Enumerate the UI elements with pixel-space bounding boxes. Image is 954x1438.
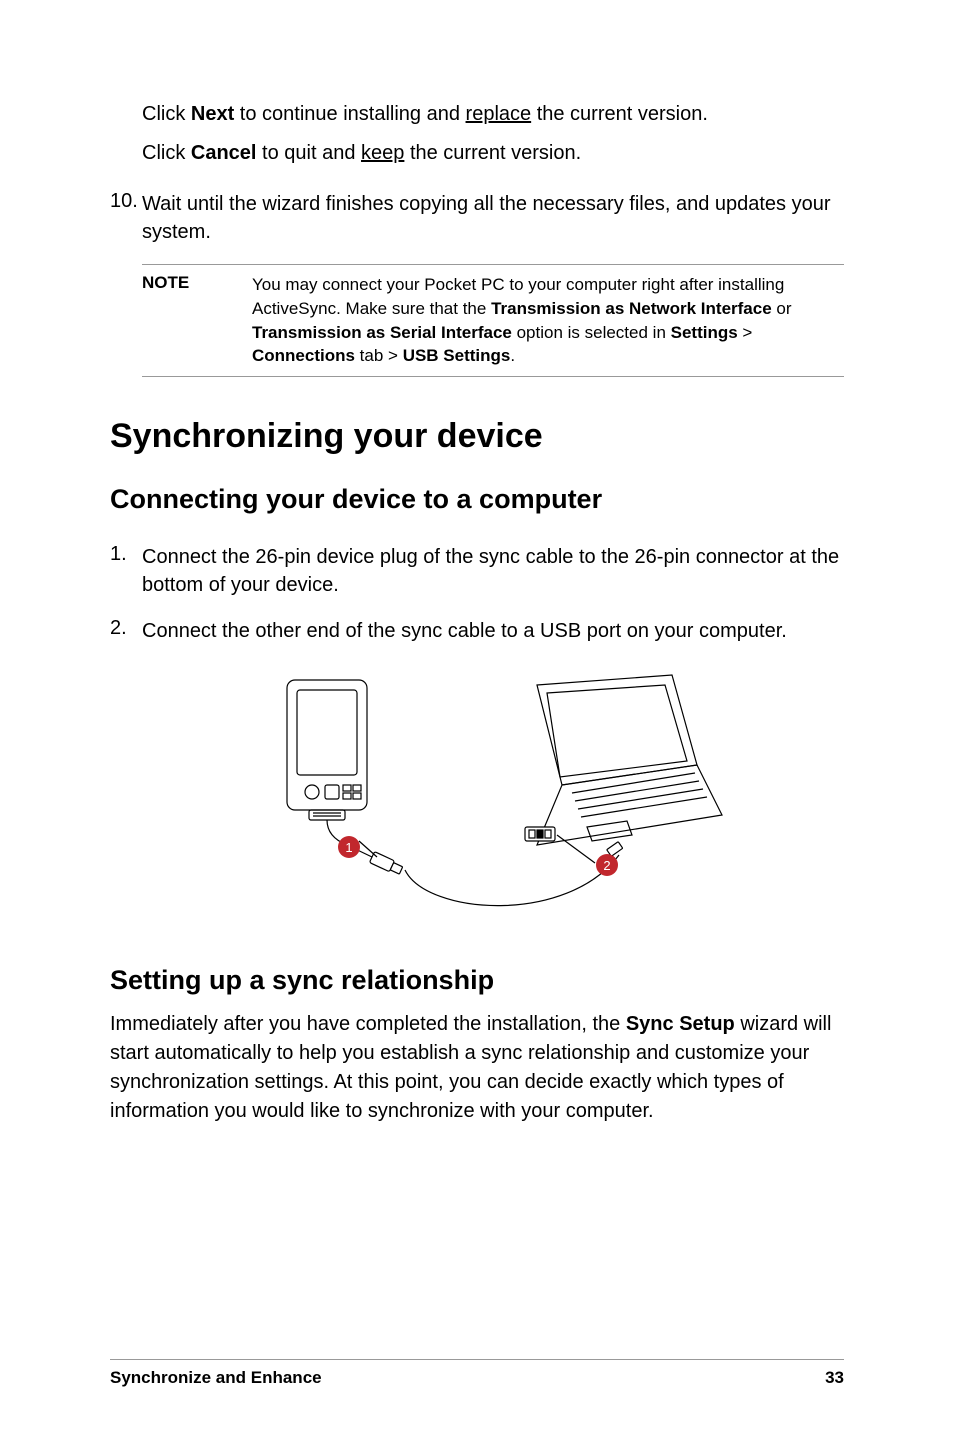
heading-synchronizing: Synchronizing your device <box>110 417 844 456</box>
step-2: 2. Connect the other end of the sync cab… <box>110 617 844 645</box>
note-body: You may connect your Pocket PC to your c… <box>252 273 844 368</box>
heading-connecting: Connecting your device to a computer <box>110 484 844 515</box>
continuation-text-1: Click Next to continue installing and re… <box>142 100 844 129</box>
footer-page-number: 33 <box>825 1368 844 1388</box>
step-10: 10. Wait until the wizard finishes copyi… <box>110 190 844 246</box>
step-1: 1. Connect the 26-pin device plug of the… <box>110 543 844 599</box>
sync-illustration: 1 2 <box>110 665 844 915</box>
page-footer: Synchronize and Enhance 33 <box>110 1359 844 1388</box>
badge-1-text: 1 <box>345 840 352 855</box>
sync-relationship-paragraph: Immediately after you have completed the… <box>110 1010 844 1126</box>
note-label: NOTE <box>142 273 252 368</box>
note-box: NOTE You may connect your Pocket PC to y… <box>142 264 844 377</box>
heading-setting-up: Setting up a sync relationship <box>110 965 844 996</box>
badge-2-text: 2 <box>603 858 610 873</box>
continuation-text-2: Click Cancel to quit and keep the curren… <box>142 139 844 168</box>
footer-title: Synchronize and Enhance <box>110 1368 322 1388</box>
